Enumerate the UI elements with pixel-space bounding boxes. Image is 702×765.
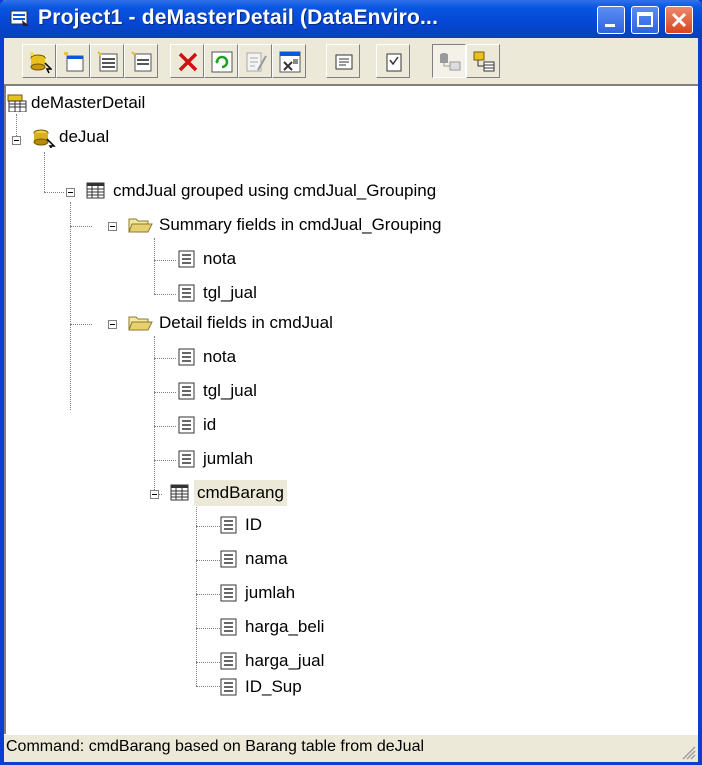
properties-icon [279, 51, 301, 73]
command-table-icon [86, 182, 105, 199]
view-code-icon [335, 54, 353, 70]
field-icon [220, 678, 237, 696]
insert-stored-procedures-icon [97, 51, 118, 72]
tree-node-label: cmdBarang [194, 480, 287, 506]
title-bar[interactable]: Project1 - deMasterDetail (DataEnviro... [0, 0, 702, 38]
maximize-icon [637, 12, 653, 27]
tree-node-field[interactable]: tgl_jual [6, 378, 306, 404]
status-text: Command: cmdBarang based on Barang table… [6, 738, 425, 755]
field-icon [220, 584, 237, 602]
properties-button[interactable] [272, 44, 306, 78]
design-icon [246, 52, 267, 72]
tree-node-child-command[interactable]: cmdBarang [6, 480, 406, 506]
status-bar: Command: cmdBarang based on Barang table… [4, 734, 698, 762]
tree-node-label: jumlah [203, 449, 254, 468]
tree-node-summary-folder[interactable]: Summary fields in cmdJual_Grouping [6, 212, 606, 238]
delete-button[interactable] [170, 44, 204, 78]
window-title: Project1 - deMasterDetail (DataEnviro... [38, 6, 439, 29]
tree-node-label: deMasterDetail [31, 93, 146, 112]
tree-node-field[interactable]: jumlah [6, 446, 306, 472]
tree-node-field[interactable]: ID_Sup [6, 674, 306, 700]
close-button[interactable] [665, 6, 693, 34]
field-icon [178, 284, 195, 302]
toolbar [4, 38, 698, 84]
close-icon [671, 12, 687, 28]
add-connection-button[interactable] [22, 44, 56, 78]
field-icon [220, 516, 237, 534]
data-environment-window: Project1 - deMasterDetail (DataEnviro... [0, 0, 702, 765]
tree-node-field[interactable]: harga_beli [6, 614, 324, 640]
add-command-icon [63, 51, 84, 72]
field-icon [178, 348, 195, 366]
tree-node-label: id [203, 415, 217, 434]
tree-node-label: nota [203, 249, 237, 268]
refresh-icon [211, 51, 233, 73]
view-code-button[interactable] [326, 44, 360, 78]
minimize-button[interactable] [597, 6, 625, 34]
tree-node-label: tgl_jual [203, 381, 257, 400]
field-icon [220, 652, 237, 670]
tree-node-label: harga_beli [245, 617, 325, 636]
tree-node-command[interactable]: cmdJual grouped using cmdJual_Grouping [6, 178, 606, 204]
tree-node-label: harga_jual [245, 651, 325, 670]
tree-node-root[interactable]: deMasterDetail [6, 90, 306, 116]
refresh-button[interactable] [204, 44, 238, 78]
options-button[interactable] [376, 44, 410, 78]
tree-node-label: nama [245, 549, 288, 568]
open-folder-icon [128, 316, 153, 331]
tree-node-connection[interactable]: deJual [6, 124, 306, 150]
open-folder-icon [128, 218, 153, 233]
data-environment-icon [7, 94, 27, 112]
command-table-icon [170, 484, 189, 501]
tree-node-detail-folder[interactable]: Detail fields in cmdJual [6, 310, 606, 336]
tree-node-label: nota [203, 347, 237, 366]
tree-node-field[interactable]: harga_jual [6, 648, 324, 674]
design-button[interactable] [238, 44, 272, 78]
tree-node-field[interactable]: nama [6, 546, 306, 572]
add-command-button[interactable] [56, 44, 90, 78]
tree-node-field[interactable]: nota [6, 246, 306, 272]
add-child-command-button[interactable] [124, 44, 158, 78]
tree-node-field[interactable]: tgl_jual [6, 280, 306, 306]
options-icon [386, 53, 402, 72]
tree-node-label: tgl_jual [203, 283, 257, 302]
tree-node-field[interactable]: id [6, 412, 306, 438]
tree-node-label: Summary fields in cmdJual_Grouping [159, 215, 442, 234]
field-icon [178, 382, 195, 400]
tree-node-label: jumlah [245, 583, 296, 602]
field-icon [220, 550, 237, 568]
tree-node-label: ID [245, 515, 262, 534]
field-icon [178, 416, 195, 434]
object-tree[interactable]: deMasterDetail deJual cmdJual grouped us… [4, 84, 698, 734]
tree-node-label: cmdJual grouped using cmdJual_Grouping [113, 181, 437, 200]
tree-node-label: Detail fields in cmdJual [159, 313, 333, 332]
connection-icon [33, 129, 56, 148]
field-icon [178, 250, 195, 268]
maximize-button[interactable] [631, 6, 659, 34]
tree-node-field[interactable]: nota [6, 344, 306, 370]
arrange-by-connections-button[interactable] [432, 44, 466, 78]
arrange-by-objects-button[interactable] [466, 44, 500, 78]
field-icon [220, 618, 237, 636]
insert-stored-procedures-button[interactable] [90, 44, 124, 78]
tree-node-label: ID_Sup [245, 677, 302, 696]
tree-node-label: deJual [59, 127, 110, 146]
add-child-command-icon [131, 51, 152, 72]
field-icon [178, 450, 195, 468]
tree-node-field[interactable]: ID [6, 512, 306, 538]
data-environment-icon [10, 10, 29, 26]
add-connection-icon [30, 52, 52, 74]
resize-grip-icon[interactable] [680, 744, 696, 760]
arrange-by-objects-icon [473, 51, 495, 72]
arrange-by-connections-icon [440, 53, 461, 71]
tree-node-field[interactable]: jumlah [6, 580, 306, 606]
minimize-icon [605, 24, 615, 27]
delete-icon [178, 52, 198, 72]
